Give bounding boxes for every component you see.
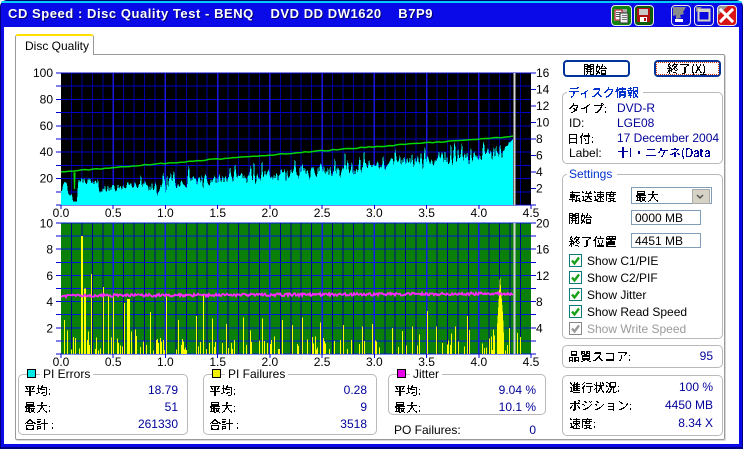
svg-text:8: 8: [536, 295, 543, 309]
svg-text:14: 14: [536, 83, 550, 97]
svg-text:40: 40: [40, 145, 54, 159]
svg-text:0.5: 0.5: [105, 355, 122, 369]
svg-text:20: 20: [536, 217, 550, 231]
svg-text:60: 60: [40, 119, 54, 133]
svg-text:4: 4: [46, 295, 53, 309]
svg-text:2.0: 2.0: [262, 206, 279, 220]
svg-text:4: 4: [536, 321, 543, 335]
svg-text:12: 12: [536, 99, 550, 113]
svg-text:2: 2: [46, 321, 53, 335]
svg-text:0.5: 0.5: [105, 206, 122, 220]
svg-text:4.0: 4.0: [470, 206, 487, 220]
svg-text:1.0: 1.0: [157, 206, 174, 220]
svg-text:1.5: 1.5: [209, 206, 226, 220]
svg-text:10: 10: [40, 217, 54, 231]
svg-text:1.5: 1.5: [209, 355, 226, 369]
svg-text:20: 20: [40, 172, 54, 186]
svg-text:16: 16: [536, 66, 550, 80]
svg-text:2.5: 2.5: [314, 206, 331, 220]
svg-text:12: 12: [536, 269, 550, 283]
svg-text:3.5: 3.5: [418, 206, 435, 220]
svg-text:80: 80: [40, 92, 54, 106]
svg-text:4.0: 4.0: [470, 355, 487, 369]
svg-text:6: 6: [536, 149, 543, 163]
svg-text:3.0: 3.0: [366, 206, 383, 220]
svg-text:8: 8: [536, 132, 543, 146]
svg-text:3.0: 3.0: [366, 355, 383, 369]
svg-text:1.0: 1.0: [157, 355, 174, 369]
svg-text:10: 10: [536, 116, 550, 130]
svg-text:2.5: 2.5: [314, 355, 331, 369]
svg-text:16: 16: [536, 243, 550, 257]
svg-text:6: 6: [46, 269, 53, 283]
svg-text:2: 2: [536, 182, 543, 196]
svg-text:8: 8: [46, 243, 53, 257]
svg-text:100: 100: [33, 66, 53, 80]
svg-text:4.5: 4.5: [523, 355, 540, 369]
svg-text:0.0: 0.0: [53, 206, 70, 220]
svg-text:4: 4: [536, 165, 543, 179]
